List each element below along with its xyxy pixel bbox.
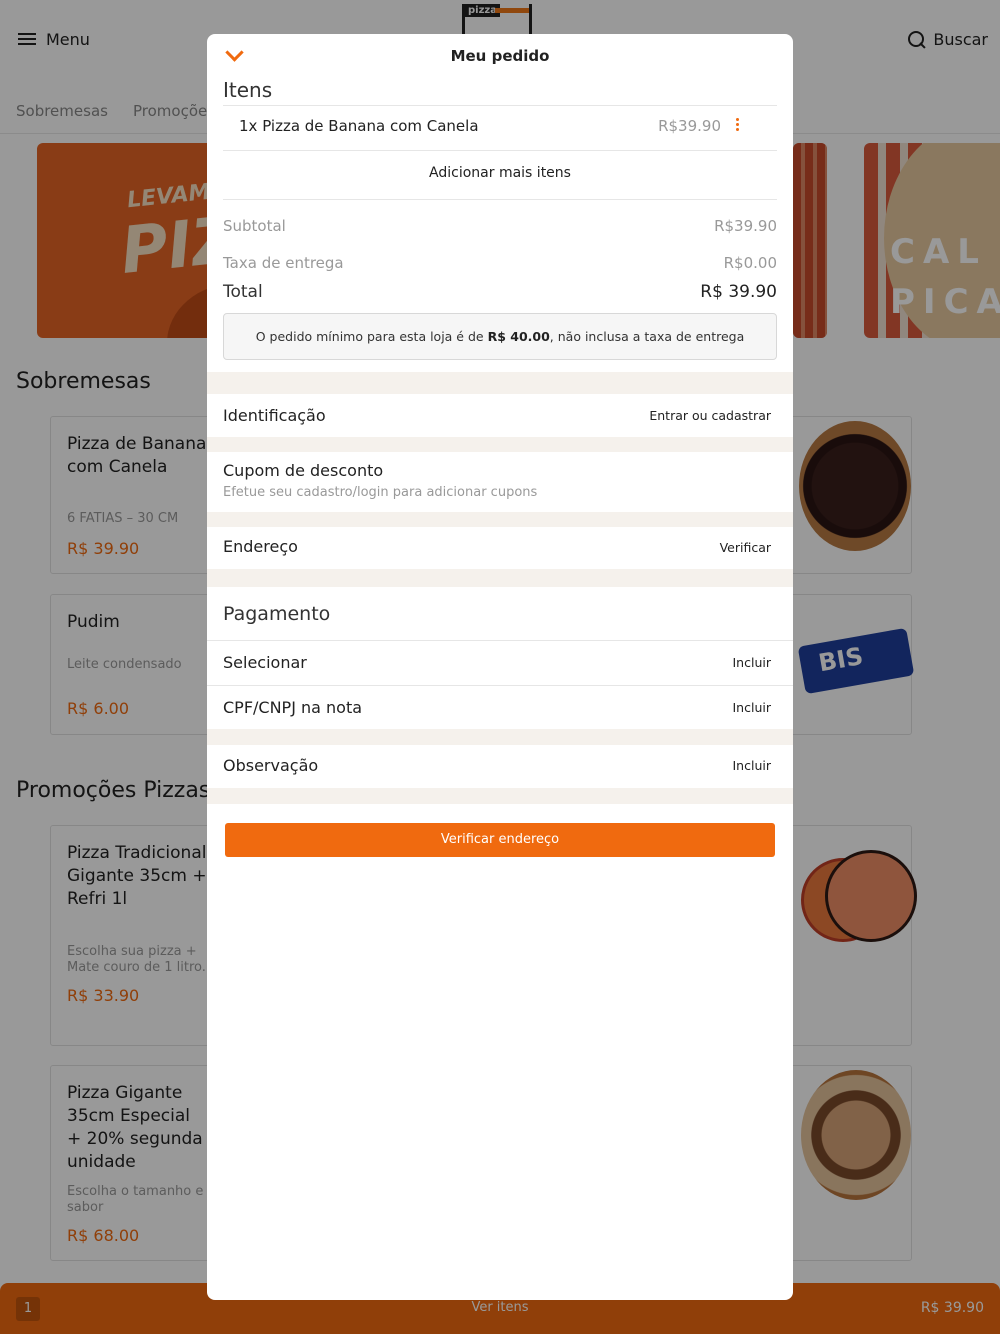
coupon-label[interactable]: Cupom de desconto <box>223 461 383 480</box>
payment-heading: Pagamento <box>223 603 331 625</box>
divider <box>223 150 777 151</box>
order-modal: Meu pedido Itens 1x Pizza de Banana com … <box>207 34 793 1300</box>
modal-header: Meu pedido <box>207 34 793 78</box>
order-item-label: 1x Pizza de Banana com Canela <box>239 117 479 135</box>
min-note-text: , não inclusa a taxa de entrega <box>549 329 745 344</box>
section-separator <box>207 372 793 394</box>
divider <box>207 640 793 641</box>
subtotal-label: Subtotal <box>223 217 286 235</box>
delivery-fee-value: R$0.00 <box>723 254 777 272</box>
divider <box>207 685 793 686</box>
delivery-fee-label: Taxa de entrega <box>223 254 344 272</box>
observation-include-link[interactable]: Incluir <box>733 758 772 773</box>
login-signup-link[interactable]: Entrar ou cadastrar <box>649 408 771 423</box>
tax-id-include-link[interactable]: Incluir <box>733 700 772 715</box>
section-separator <box>207 788 793 804</box>
section-separator <box>207 512 793 527</box>
identification-label: Identificação <box>223 406 326 425</box>
add-more-items-button[interactable]: Adicionar mais itens <box>207 165 793 181</box>
address-label: Endereço <box>223 537 298 556</box>
section-separator <box>207 729 793 745</box>
order-item-price: R$39.90 <box>658 117 721 135</box>
modal-title: Meu pedido <box>450 47 550 65</box>
section-separator <box>207 437 793 452</box>
section-separator <box>207 569 793 587</box>
total-value: R$ 39.90 <box>700 282 777 302</box>
payment-method-label: Selecionar <box>223 653 307 672</box>
observation-label: Observação <box>223 756 319 775</box>
items-heading: Itens <box>223 78 273 102</box>
minimum-order-notice: O pedido mínimo para esta loja é de R$ 4… <box>223 313 777 360</box>
more-options-icon[interactable] <box>736 118 740 132</box>
coupon-hint: Efetue seu cadastro/login para adicionar… <box>223 485 538 500</box>
verify-address-button[interactable]: Verificar endereço <box>225 823 775 857</box>
divider <box>223 105 777 106</box>
payment-include-link[interactable]: Incluir <box>733 655 772 670</box>
subtotal-value: R$39.90 <box>714 217 777 235</box>
total-label: Total <box>223 282 263 302</box>
min-note-text: O pedido mínimo para esta loja é de <box>255 329 488 344</box>
min-note-amount: R$ 40.00 <box>487 329 550 344</box>
verify-address-link[interactable]: Verificar <box>720 540 771 555</box>
tax-id-label: CPF/CNPJ na nota <box>223 698 363 717</box>
divider <box>223 199 777 200</box>
